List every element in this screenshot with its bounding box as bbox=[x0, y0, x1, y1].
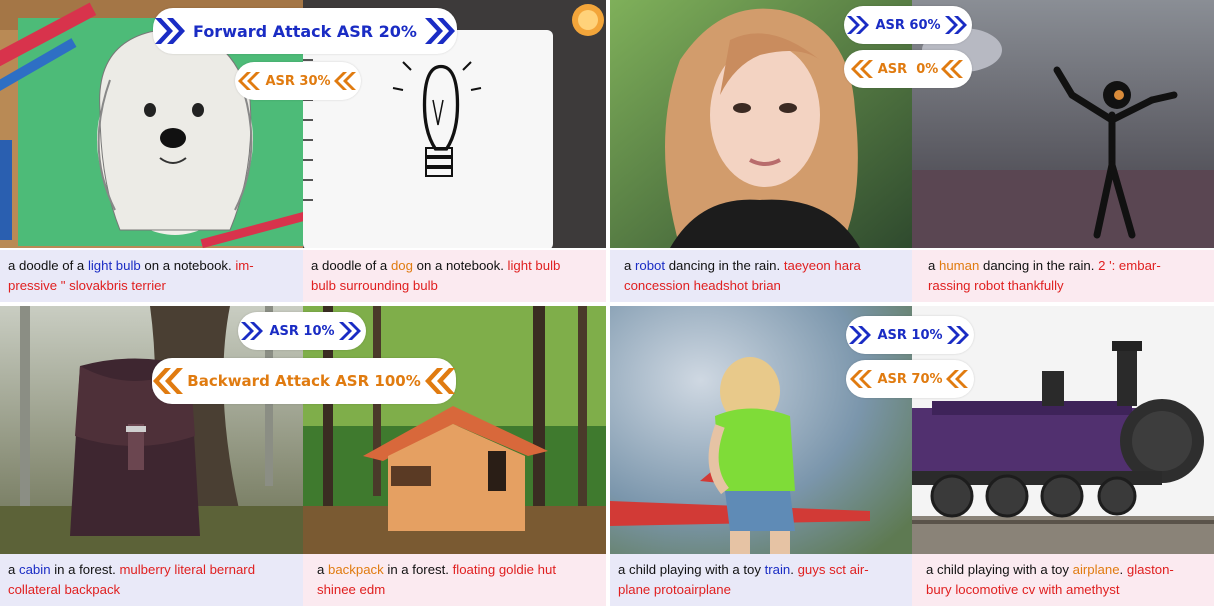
double-chevron-right-icon bbox=[847, 16, 870, 34]
caption-middle: dancing in the rain. bbox=[665, 258, 784, 273]
caption-key-word: backpack bbox=[328, 562, 384, 577]
double-chevron-right-icon bbox=[946, 326, 969, 344]
backward-attack-badge: Backward Attack ASR 100% bbox=[152, 358, 456, 404]
caption-prefix: a bbox=[624, 258, 635, 273]
forward-badge-text: ASR 60% bbox=[875, 17, 941, 33]
backward-badge-text: ASR 30% bbox=[265, 73, 331, 89]
example-panel-1: a doodle of a light bulb on a notebook. … bbox=[0, 0, 606, 304]
forward-badge-text: Forward Attack ASR 20% bbox=[193, 21, 417, 41]
caption-key-word: airplane bbox=[1072, 562, 1120, 577]
double-chevron-right-icon bbox=[338, 322, 361, 340]
double-chevron-left-icon bbox=[850, 370, 873, 388]
double-chevron-right-icon bbox=[241, 322, 264, 340]
caption-prefix: a bbox=[8, 562, 19, 577]
caption-prefix: a bbox=[317, 562, 328, 577]
forward-badge-text: ASR 10% bbox=[269, 323, 335, 339]
example-panel-4: a child playing with a toy train. guys s… bbox=[610, 304, 1214, 608]
column-divider bbox=[606, 0, 608, 608]
backward-badge-text: ASR 0% bbox=[877, 61, 939, 77]
double-chevron-left-icon bbox=[941, 60, 964, 78]
backward-badge-text: ASR 70% bbox=[877, 371, 943, 387]
forward-attack-badge: ASR 10% bbox=[238, 312, 366, 350]
double-chevron-right-icon bbox=[155, 18, 186, 44]
caption-prefix: a bbox=[928, 258, 939, 273]
caption-left: a cabin in a forest. mulberry literal be… bbox=[0, 554, 303, 606]
double-chevron-left-icon bbox=[424, 368, 455, 394]
forward-attack-badge: ASR 60% bbox=[844, 6, 972, 44]
double-chevron-right-icon bbox=[849, 326, 872, 344]
double-chevron-right-icon bbox=[424, 18, 455, 44]
double-chevron-left-icon bbox=[333, 72, 356, 90]
caption-middle: . bbox=[790, 562, 798, 577]
caption-left: a robot dancing in the rain. taeyeon har… bbox=[610, 250, 912, 302]
caption-middle: in a forest. bbox=[50, 562, 120, 577]
caption-middle: . bbox=[1119, 562, 1127, 577]
caption-key-word: light bulb bbox=[87, 258, 141, 273]
caption-prefix: a doodle of a bbox=[311, 258, 391, 273]
example-panel-2: a robot dancing in the rain. taeyeon har… bbox=[610, 0, 1214, 304]
forward-badge-text: ASR 10% bbox=[877, 327, 943, 343]
caption-right: a backpack in a forest. floating goldie … bbox=[303, 554, 606, 606]
caption-key-word: dog bbox=[390, 258, 413, 273]
caption-middle: dancing in the rain. bbox=[979, 258, 1099, 273]
caption-key-word: human bbox=[939, 258, 980, 273]
caption-right: a doodle of a dog on a notebook. light b… bbox=[303, 250, 606, 302]
forward-attack-badge: Forward Attack ASR 20% bbox=[153, 8, 457, 54]
backward-attack-badge: ASR 70% bbox=[846, 360, 974, 398]
caption-prefix: a child playing with a toy bbox=[618, 562, 765, 577]
caption-key-word: robot bbox=[635, 258, 666, 273]
caption-left: a doodle of a light bulb on a notebook. … bbox=[0, 250, 303, 302]
caption-prefix: a doodle of a bbox=[8, 258, 88, 273]
caption-right: a human dancing in the rain. 2 ': embar-… bbox=[912, 250, 1214, 302]
backward-attack-badge: ASR 0% bbox=[844, 50, 972, 88]
caption-key-word: train bbox=[764, 562, 791, 577]
double-chevron-left-icon bbox=[238, 72, 261, 90]
backward-attack-badge: ASR 30% bbox=[235, 62, 361, 100]
caption-key-word: cabin bbox=[19, 562, 51, 577]
double-chevron-left-icon bbox=[153, 368, 184, 394]
double-chevron-right-icon bbox=[944, 16, 967, 34]
example-panel-3: a cabin in a forest. mulberry literal be… bbox=[0, 304, 606, 608]
backward-badge-text: Backward Attack ASR 100% bbox=[187, 372, 421, 390]
caption-middle: on a notebook. bbox=[140, 258, 236, 273]
caption-left: a child playing with a toy train. guys s… bbox=[610, 554, 912, 606]
caption-middle: on a notebook. bbox=[412, 258, 508, 273]
caption-middle: in a forest. bbox=[383, 562, 453, 577]
caption-right: a child playing with a toy airplane. gla… bbox=[912, 554, 1214, 606]
double-chevron-left-icon bbox=[850, 60, 873, 78]
forward-attack-badge: ASR 10% bbox=[846, 316, 974, 354]
caption-prefix: a child playing with a toy bbox=[926, 562, 1073, 577]
double-chevron-left-icon bbox=[945, 370, 968, 388]
